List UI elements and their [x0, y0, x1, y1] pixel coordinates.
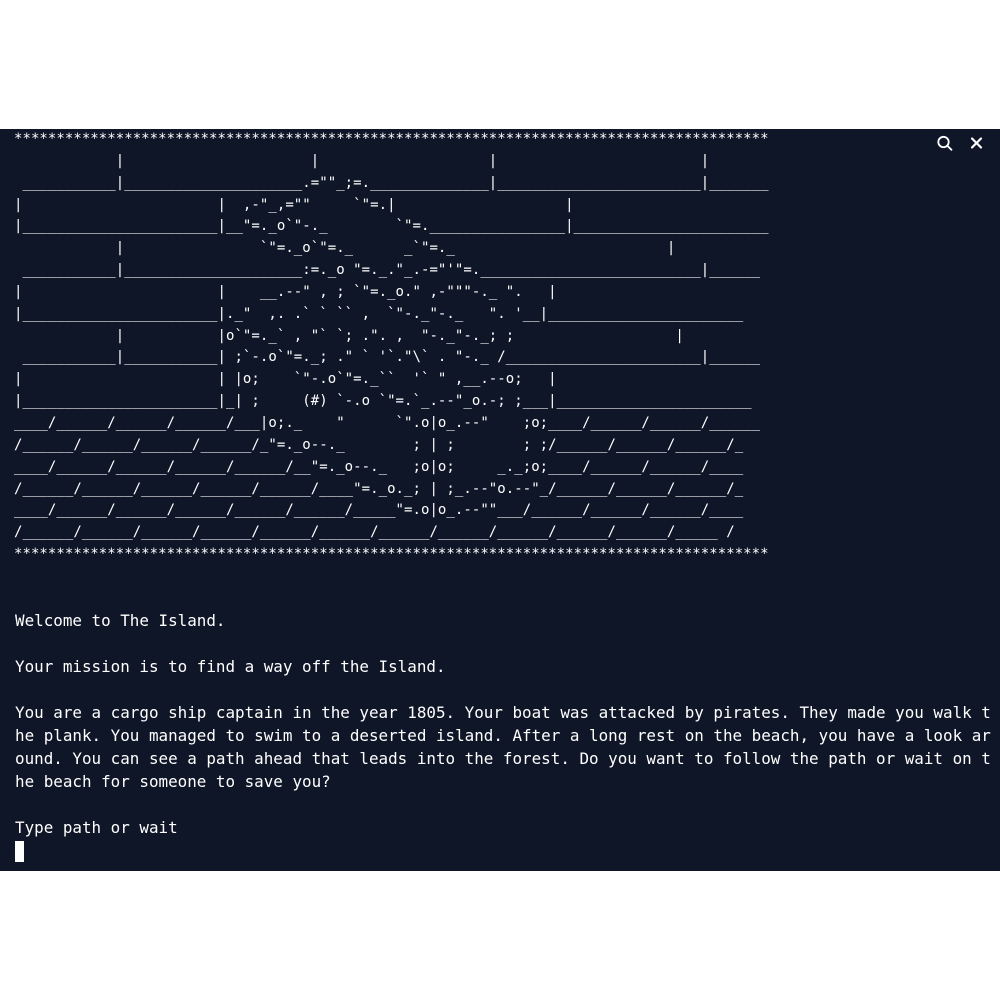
- input-cursor[interactable]: [15, 841, 24, 862]
- island-ascii-art: ****************************************…: [14, 131, 769, 563]
- mission-text: Your mission is to find a way off the Is…: [15, 657, 446, 676]
- terminal-controls: [936, 133, 986, 153]
- choice-prompt: Type path or wait: [15, 818, 178, 837]
- close-icon[interactable]: [968, 133, 986, 153]
- welcome-text: Welcome to The Island.: [15, 611, 226, 630]
- intro-text: You are a cargo ship captain in the year…: [15, 703, 991, 791]
- search-icon[interactable]: [936, 133, 954, 153]
- story-output: Welcome to The Island. Your mission is t…: [15, 609, 995, 862]
- terminal-window[interactable]: ****************************************…: [0, 129, 1000, 871]
